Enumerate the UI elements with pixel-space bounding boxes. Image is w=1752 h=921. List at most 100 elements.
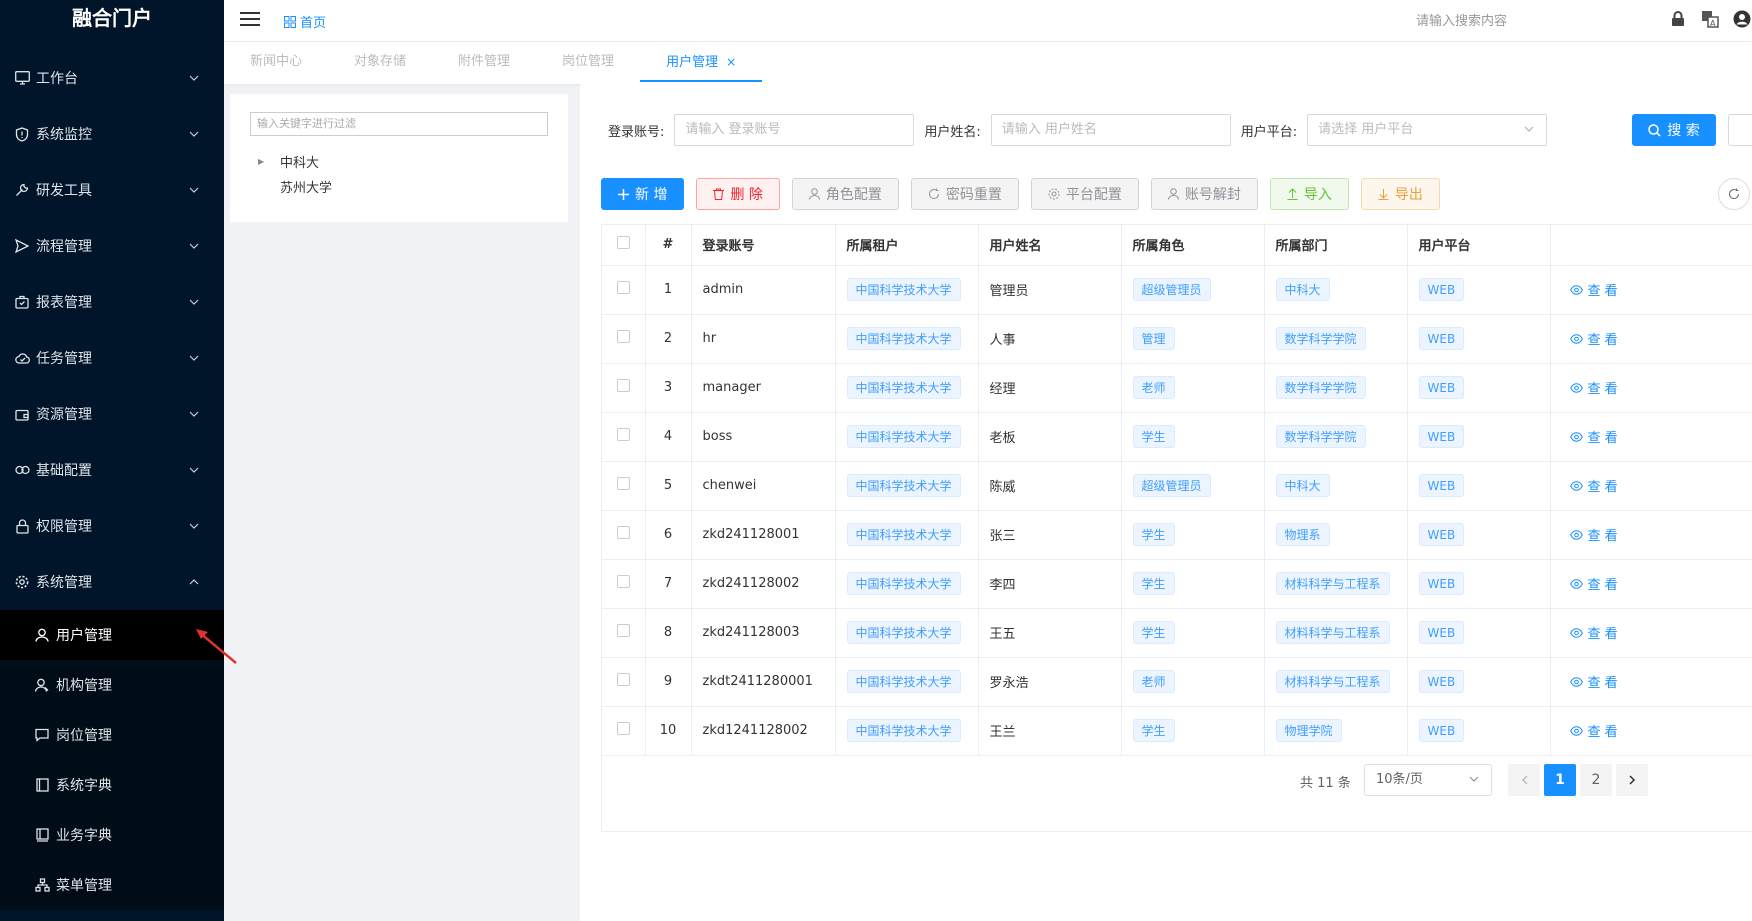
user-table: # 登录账号 所属租户 用户姓名 所属角色 所属部门 用户平台 1 admin 中国… bbox=[601, 224, 1752, 832]
sidebar-subitem[interactable]: 业务字典 bbox=[0, 810, 224, 860]
breadcrumb[interactable]: 首页 bbox=[284, 12, 326, 31]
chevron-down-icon[interactable] bbox=[188, 128, 200, 140]
view-button[interactable]: 查 看 bbox=[1569, 329, 1618, 348]
tree-node[interactable]: ▶ 中科大 bbox=[258, 152, 319, 171]
lock-icon[interactable] bbox=[1668, 9, 1688, 29]
delete-button[interactable]: 删 除 bbox=[696, 178, 780, 210]
page-button-1[interactable]: 1 bbox=[1544, 764, 1576, 796]
view-button[interactable]: 查 看 bbox=[1569, 574, 1618, 593]
password-reset-button[interactable]: 密码重置 bbox=[910, 178, 1019, 210]
row-checkbox[interactable] bbox=[602, 265, 646, 315]
sidebar-subitem-label: 用户管理 bbox=[56, 628, 112, 644]
table-row[interactable]: 7 zkd241128002 中国科学技术大学 李四 学生 材料科学与工程系 WEB 查 看 bbox=[602, 559, 1752, 609]
row-checkbox[interactable] bbox=[602, 608, 646, 658]
sidebar-subitem[interactable]: 菜单管理 bbox=[0, 860, 224, 910]
eye-icon bbox=[1569, 284, 1583, 295]
chevron-down-icon[interactable] bbox=[188, 464, 200, 476]
tab-item[interactable]: 用户管理 × bbox=[640, 42, 763, 82]
sidebar-menu-item[interactable]: 研发工具 bbox=[0, 162, 224, 218]
view-button[interactable]: 查 看 bbox=[1569, 721, 1618, 740]
sidebar-menu-item[interactable]: 系统管理 bbox=[0, 554, 224, 610]
platform-config-button[interactable]: 平台配置 bbox=[1030, 178, 1139, 210]
chevron-down-icon[interactable] bbox=[188, 184, 200, 196]
sidebar-menu-item[interactable]: 流程管理 bbox=[0, 218, 224, 274]
clear-button[interactable] bbox=[1728, 114, 1752, 146]
row-checkbox[interactable] bbox=[602, 559, 646, 609]
hamburger-icon[interactable] bbox=[240, 11, 260, 27]
prev-page-button[interactable] bbox=[1508, 764, 1540, 796]
search-button[interactable]: 搜 索 bbox=[1632, 114, 1716, 146]
sidebar-menu-item[interactable]: 基础配置 bbox=[0, 442, 224, 498]
view-button[interactable]: 查 看 bbox=[1569, 672, 1618, 691]
next-page-button[interactable] bbox=[1616, 764, 1648, 796]
table-row[interactable]: 8 zkd241128003 中国科学技术大学 王五 学生 材料科学与工程系 WEB 查 看 bbox=[602, 608, 1752, 658]
sidebar-subitem[interactable]: 岗位管理 bbox=[0, 710, 224, 760]
platform-tag: WEB bbox=[1418, 572, 1465, 595]
page-size-select[interactable]: 10条/页 bbox=[1364, 764, 1492, 796]
add-button[interactable]: 新 增 bbox=[601, 178, 685, 210]
table-row[interactable]: 9 zkdt2411280001 中国科学技术大学 罗永浩 老师 材料科学与工程系 WEB 查… bbox=[602, 657, 1752, 707]
view-button[interactable]: 查 看 bbox=[1569, 525, 1618, 544]
row-checkbox[interactable] bbox=[602, 461, 646, 511]
tab-item[interactable]: 新闻中心 bbox=[224, 42, 328, 82]
translate-icon[interactable]: A bbox=[1700, 9, 1720, 29]
sidebar-menu-item[interactable]: 权限管理 bbox=[0, 498, 224, 554]
chevron-down-icon[interactable] bbox=[188, 408, 200, 420]
table-row[interactable]: 3 manager 中国科学技术大学 经理 老师 数学科学学院 WEB 查 看 bbox=[602, 363, 1752, 413]
row-checkbox[interactable] bbox=[602, 363, 646, 413]
refresh-button[interactable] bbox=[1718, 178, 1750, 210]
export-button[interactable]: 导出 bbox=[1360, 178, 1440, 210]
tenant-tag: 中国科学技术大学 bbox=[846, 376, 961, 399]
caret-right-icon[interactable]: ▶ bbox=[258, 157, 268, 166]
tree-node[interactable]: 苏州大学 bbox=[258, 177, 332, 196]
sidebar-subitem[interactable]: 机构管理 bbox=[0, 660, 224, 710]
table-row[interactable]: 4 boss 中国科学技术大学 老板 学生 数学科学学院 WEB 查 看 bbox=[602, 412, 1752, 462]
table-row[interactable]: 2 hr 中国科学技术大学 人事 管理 数学科学学院 WEB 查 看 bbox=[602, 314, 1752, 364]
role-config-button[interactable]: 角色配置 bbox=[791, 178, 899, 210]
chevron-down-icon[interactable] bbox=[188, 296, 200, 308]
close-icon[interactable]: × bbox=[726, 55, 736, 69]
sidebar-subitem[interactable]: 系统字典 bbox=[0, 760, 224, 810]
breadcrumb-home[interactable]: 首页 bbox=[300, 12, 326, 31]
import-button[interactable]: 导入 bbox=[1269, 178, 1349, 210]
table-row[interactable]: 1 admin 中国科学技术大学 管理员 超级管理员 中科大 WEB 查 看 bbox=[602, 265, 1752, 315]
row-checkbox[interactable] bbox=[602, 314, 646, 364]
account-unlock-button[interactable]: 账号解封 bbox=[1150, 178, 1258, 210]
table-row[interactable]: 6 zkd241128001 中国科学技术大学 张三 学生 物理系 WEB 查 看 bbox=[602, 510, 1752, 560]
chevron-down-icon[interactable] bbox=[188, 72, 200, 84]
tab-item[interactable]: 附件管理 bbox=[432, 42, 536, 82]
sidebar-menu-item[interactable]: 任务管理 bbox=[0, 330, 224, 386]
select-all-checkbox[interactable] bbox=[602, 225, 646, 266]
page-button-2[interactable]: 2 bbox=[1580, 764, 1612, 796]
tab-item[interactable]: 岗位管理 bbox=[536, 42, 640, 82]
account-input[interactable]: 请输入 登录账号 bbox=[674, 114, 915, 146]
view-button[interactable]: 查 看 bbox=[1569, 427, 1618, 446]
view-button[interactable]: 查 看 bbox=[1569, 280, 1618, 299]
user-avatar-icon[interactable] bbox=[1732, 9, 1752, 29]
chevron-up-icon[interactable] bbox=[188, 576, 200, 588]
row-checkbox[interactable] bbox=[602, 412, 646, 462]
tenant-tag: 中国科学技术大学 bbox=[846, 523, 961, 546]
row-index: 9 bbox=[645, 657, 692, 707]
row-checkbox[interactable] bbox=[602, 510, 646, 560]
sidebar-menu-item[interactable]: 报表管理 bbox=[0, 274, 224, 330]
view-button[interactable]: 查 看 bbox=[1569, 623, 1618, 642]
sidebar-menu-item[interactable]: 工作台 bbox=[0, 50, 224, 106]
chevron-down-icon[interactable] bbox=[188, 352, 200, 364]
tab-item[interactable]: 对象存储 bbox=[328, 42, 432, 82]
view-button[interactable]: 查 看 bbox=[1569, 378, 1618, 397]
name-input[interactable]: 请输入 用户姓名 bbox=[990, 114, 1231, 146]
row-checkbox[interactable] bbox=[602, 706, 646, 756]
header-search-input[interactable]: 请输入搜索内容 bbox=[1416, 10, 1507, 29]
table-row[interactable]: 10 zkd1241128002 中国科学技术大学 王兰 学生 物理学院 WEB 查 看 bbox=[602, 706, 1752, 756]
tree-filter-input[interactable]: 输入关键字进行过滤 bbox=[250, 112, 548, 136]
chevron-down-icon[interactable] bbox=[188, 520, 200, 532]
platform-select[interactable]: 请选择 用户平台 bbox=[1307, 114, 1548, 146]
sidebar-menu-item[interactable]: 资源管理 bbox=[0, 386, 224, 442]
row-checkbox[interactable] bbox=[602, 657, 646, 707]
sidebar-menu-item[interactable]: 系统监控 bbox=[0, 106, 224, 162]
table-row[interactable]: 5 chenwei 中国科学技术大学 陈威 超级管理员 中科大 WEB 查 看 bbox=[602, 461, 1752, 511]
sidebar-subitem[interactable]: 用户管理 bbox=[0, 610, 224, 660]
chevron-down-icon[interactable] bbox=[188, 240, 200, 252]
view-button[interactable]: 查 看 bbox=[1569, 476, 1618, 495]
